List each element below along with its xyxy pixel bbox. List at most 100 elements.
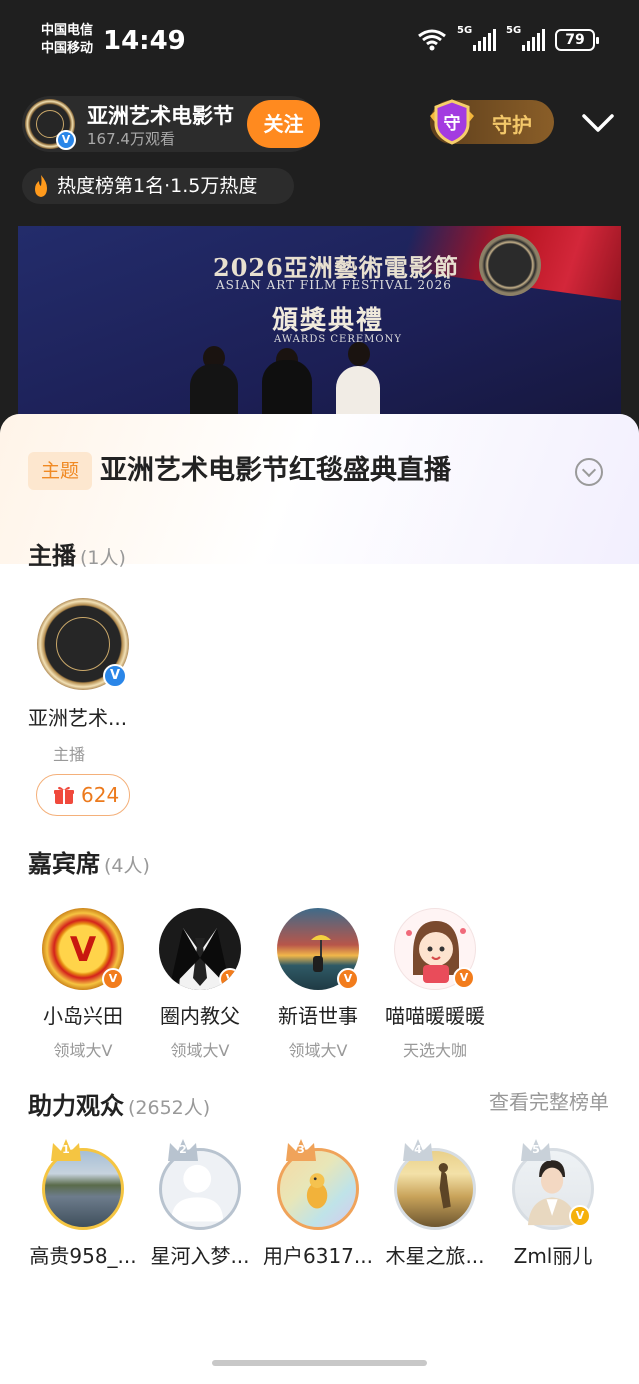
gift-count-pill[interactable]: 624 (36, 774, 130, 816)
carrier-1: 中国电信 (41, 23, 94, 38)
heat-rank-pill[interactable]: 热度榜第1名·1.5万热度 (22, 168, 294, 204)
guest-name: 喵喵暖暖暖 (385, 1004, 485, 1028)
crown-icon: 5 (519, 1137, 553, 1163)
viewer-name: 星河入梦... (150, 1244, 250, 1268)
verified-icon: V (219, 968, 241, 990)
viewer-name: Zml丽儿 (513, 1244, 593, 1268)
topic-tag: 主题 (28, 452, 92, 490)
guests-section-title: 嘉宾席 (4人) (28, 844, 150, 879)
verified-icon: V (56, 130, 76, 150)
anchor-info[interactable]: V 亚洲艺术电影节 167.4万观看 关注 (22, 96, 320, 152)
video-subtitle-cn: 頒獎典禮 (272, 306, 385, 336)
audience-section-label: 助力观众 (28, 1092, 124, 1120)
viewer-name: 用户6317... (263, 1244, 373, 1268)
guests-count: (4人) (104, 855, 150, 877)
host-count: (1人) (80, 547, 126, 569)
video-title-en: ASIAN ART FILM FESTIVAL 2026 (216, 278, 452, 292)
viewer-card[interactable]: 1 高贵958_... (24, 1139, 142, 1269)
gift-icon (54, 786, 74, 804)
home-indicator[interactable] (212, 1360, 427, 1366)
host-section-label: 主播 (28, 542, 76, 570)
guest-avatar[interactable]: V (394, 908, 476, 990)
live-info-sheet: 主题 亚洲艺术电影节红毯盛典直播 主播 (1人) V 亚洲艺术... 主播 624… (0, 414, 639, 1384)
carrier-labels: 中国电信 中国移动 (41, 22, 93, 58)
host-name: 亚洲艺术... (28, 706, 128, 730)
status-bar: 中国电信 中国移动 14:49 5G 5G 79 (0, 0, 639, 80)
signal-icon-2: 5G (506, 25, 545, 51)
audience-count: (2652人) (128, 1097, 211, 1119)
guest-card[interactable]: V 新语世事 领域大V (259, 908, 377, 1061)
expand-chevron-icon[interactable] (575, 458, 603, 486)
verified-icon: V (103, 664, 127, 688)
network-type-1: 5G (457, 25, 473, 36)
gift-count: 624 (81, 783, 120, 807)
video-subtitle-en: AWARDS CEREMONY (274, 334, 402, 345)
guest-role: 天选大咖 (402, 1041, 467, 1060)
rank-number: 2 (179, 1143, 187, 1156)
guest-avatar[interactable]: V (159, 908, 241, 990)
chevron-down-icon[interactable] (580, 108, 616, 136)
crown-icon: 3 (284, 1137, 318, 1163)
guard-button[interactable]: 守 守护 (430, 99, 554, 145)
signal-icon-1: 5G (457, 25, 496, 51)
festival-seal (479, 234, 541, 296)
rank-number: 5 (532, 1143, 540, 1156)
crown-icon: 2 (166, 1137, 200, 1163)
follow-button[interactable]: 关注 (247, 100, 320, 148)
guest-avatar[interactable]: V (277, 908, 359, 990)
guest-name: 圈内教父 (160, 1004, 240, 1028)
verified-icon: V (569, 1205, 591, 1227)
guest-role: 领域大V (170, 1041, 230, 1060)
viewer-count: 167.4万观看 (87, 130, 175, 148)
guard-icon-char: 守 (444, 113, 461, 134)
viewer-card[interactable]: 2 星河入梦... (141, 1139, 259, 1269)
viewer-avatar[interactable]: V 5 (512, 1139, 594, 1230)
network-type-2: 5G (506, 25, 522, 36)
rank-number: 4 (414, 1143, 422, 1156)
viewer-name: 高贵958_... (29, 1244, 137, 1268)
anchor-name: 亚洲艺术电影节 (87, 104, 234, 128)
verified-icon: V (337, 968, 359, 990)
wifi-icon (418, 29, 446, 51)
viewer-card[interactable]: V 5 Zml丽儿 (494, 1139, 612, 1269)
viewer-card[interactable]: 3 用户6317... (259, 1139, 377, 1269)
clock: 14:49 (103, 26, 186, 56)
verified-icon: V (453, 967, 475, 989)
guard-label: 守护 (492, 113, 532, 137)
guest-name: 新语世事 (278, 1004, 358, 1028)
battery-icon: 79 (555, 29, 599, 51)
guest-role: 领域大V (53, 1041, 113, 1060)
viewer-avatar[interactable]: 1 (42, 1139, 124, 1230)
host-role: 主播 (52, 745, 85, 764)
host-section-title: 主播 (1人) (28, 536, 126, 571)
guest-card[interactable]: V V 小岛兴田 领域大V (24, 908, 142, 1061)
guard-shield-icon: 守 (430, 99, 474, 145)
guests-section-label: 嘉宾席 (28, 850, 100, 878)
host-card[interactable]: V 亚洲艺术... 主播 (28, 598, 138, 765)
audience-section-title: 助力观众 (2652人) (28, 1086, 210, 1121)
viewer-avatar[interactable]: 4 (394, 1139, 476, 1230)
crown-icon: 1 (49, 1137, 83, 1163)
topic-title: 亚洲艺术电影节红毯盛典直播 (100, 455, 451, 486)
guest-card[interactable]: V 喵喵暖暖暖 天选大咖 (376, 908, 494, 1061)
carrier-2: 中国移动 (41, 41, 94, 56)
guest-name: 小岛兴田 (43, 1004, 123, 1028)
viewer-name: 木星之旅... (385, 1244, 485, 1268)
see-full-ranking-link[interactable]: 查看完整榜单 (489, 1086, 609, 1115)
heat-rank-text: 热度榜第1名·1.5万热度 (57, 175, 258, 197)
system-icons: 5G 5G 79 (417, 25, 599, 52)
viewer-card[interactable]: 4 木星之旅... (376, 1139, 494, 1269)
crown-icon: 4 (401, 1137, 435, 1163)
svg-text:V: V (70, 930, 97, 970)
flame-icon (35, 175, 47, 197)
verified-icon: V (102, 968, 124, 990)
rank-number: 3 (297, 1143, 305, 1156)
guest-avatar[interactable]: V V (42, 908, 124, 990)
viewer-avatar[interactable]: 3 (277, 1139, 359, 1230)
guest-card[interactable]: V 圈内教父 领域大V (141, 908, 259, 1061)
rank-number: 1 (62, 1143, 70, 1156)
viewer-avatar[interactable]: 2 (159, 1139, 241, 1230)
host-avatar[interactable]: V (37, 598, 129, 690)
guest-role: 领域大V (288, 1041, 348, 1060)
live-video[interactable]: 2026亞洲藝術電影節 ASIAN ART FILM FESTIVAL 2026… (18, 226, 621, 426)
